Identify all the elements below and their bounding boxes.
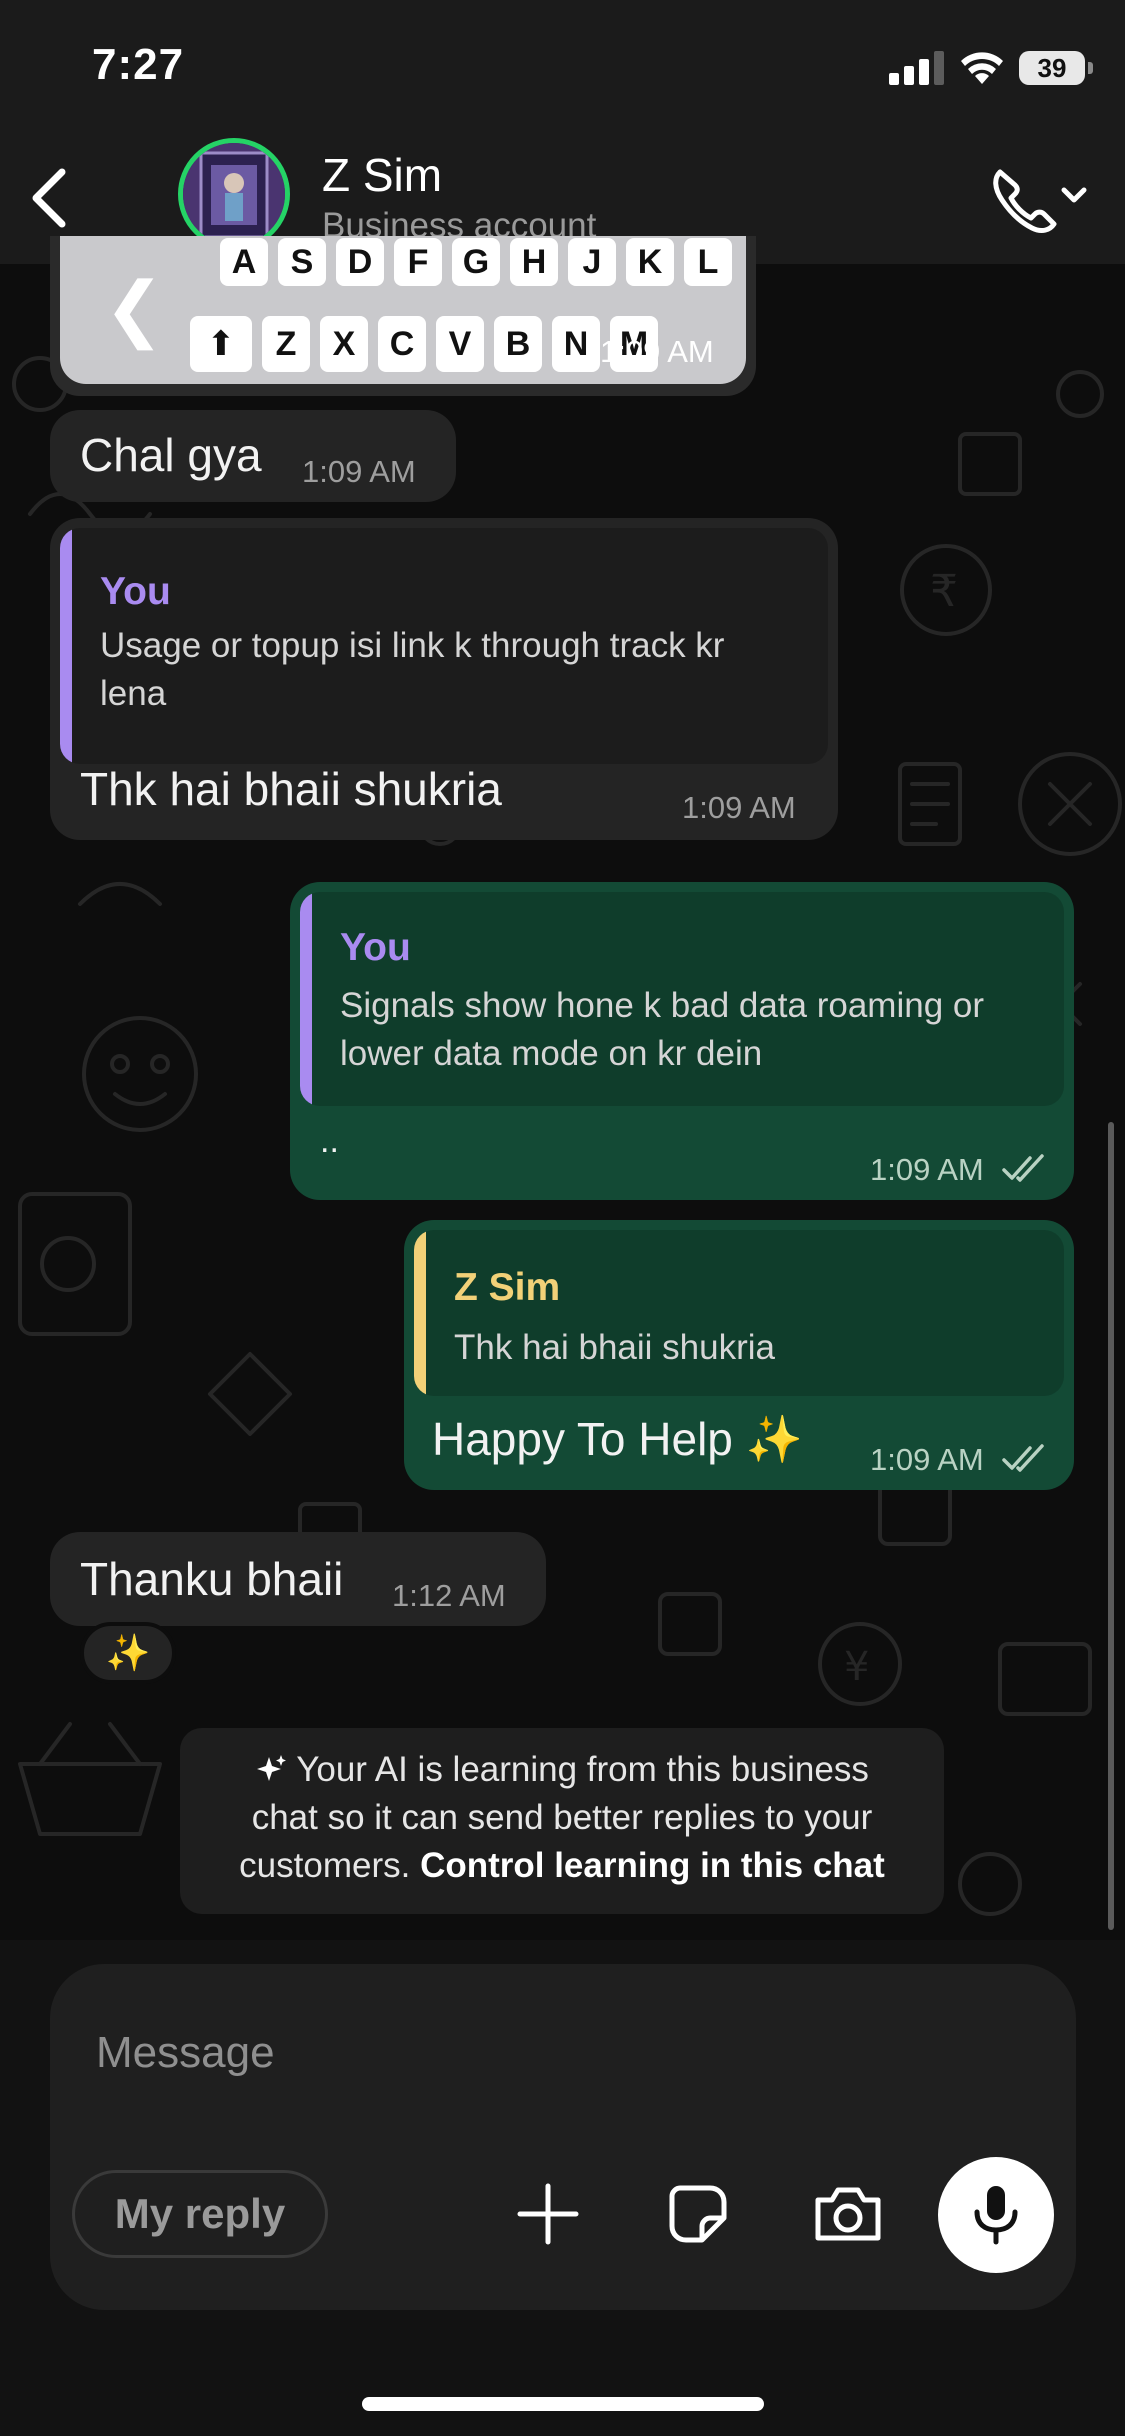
svg-text:¥: ¥ [844, 1644, 869, 1690]
message-text: Happy To Help ✨ [432, 1413, 803, 1465]
incoming-message[interactable]: Chal gya 1:09 AM [50, 410, 456, 502]
camera-button[interactable] [808, 2178, 888, 2250]
message-text: Chal gya [80, 429, 262, 481]
my-reply-button[interactable]: My reply [72, 2170, 328, 2258]
message-text: Thanku bhaii [80, 1553, 344, 1605]
reaction-badge[interactable]: ✨ [80, 1622, 176, 1684]
contact-name[interactable]: Z Sim [322, 148, 442, 202]
camera-icon [815, 2187, 881, 2241]
call-button[interactable] [986, 160, 1096, 240]
message-time: 1:09 AM [870, 1442, 984, 1477]
outgoing-reply-message[interactable]: You Signals show hone k bad data roaming… [290, 882, 1074, 1200]
ai-learning-notice: Your AI is learning from this business c… [180, 1728, 944, 1914]
ai-notice-line3: customers. Control learning in this chat [239, 1846, 885, 1885]
message-input[interactable] [94, 2022, 978, 2084]
quote-author: You [340, 926, 411, 969]
back-button[interactable] [20, 158, 80, 238]
composer [50, 1964, 1076, 2310]
quote-bar [300, 892, 312, 1106]
message-time: 1:12 AM [392, 1578, 506, 1613]
quote-text-line1: Signals show hone k bad data roaming or [340, 986, 985, 1025]
message-time: 1:09 AM [682, 790, 796, 825]
message-text: Thk hai bhaii shukria [80, 763, 502, 815]
sparkles-reaction: ✨ [105, 1632, 151, 1673]
message-time: 1:09 AM [302, 454, 416, 489]
avatar-image [183, 143, 285, 245]
wifi-icon [961, 52, 1003, 84]
double-check-icon [1002, 1444, 1044, 1472]
chevron-left-icon [32, 168, 66, 228]
plus-icon [517, 2183, 579, 2245]
keyboard-back-arrow-icon: ❮ [104, 269, 165, 349]
scrollbar[interactable] [1108, 1122, 1114, 1930]
quoted-message[interactable]: You Usage or topup isi link k through tr… [60, 528, 828, 764]
attach-button[interactable] [508, 2178, 588, 2250]
quote-bar [414, 1230, 426, 1396]
cellular-signal-icon [889, 51, 944, 85]
sticker-button[interactable] [658, 2178, 738, 2250]
chat-screen: ₹ ¥ 7:27 39 Z Sim Business account A S D… [0, 0, 1125, 2436]
quote-text-line1: Usage or topup isi link k through track … [100, 626, 725, 665]
message-time: 1:09 AM [600, 334, 714, 369]
battery-icon: 39 [1019, 51, 1093, 85]
sticker-icon [669, 2185, 727, 2243]
quote-bar [60, 528, 72, 764]
svg-text:₹: ₹ [930, 566, 958, 617]
ai-notice-line1: Your AI is learning from this business [180, 1746, 944, 1794]
quoted-message[interactable]: Z Sim Thk hai bhaii shukria [414, 1230, 1064, 1396]
message-time: 1:09 AM [870, 1152, 984, 1187]
quote-text-line2: lower data mode on kr dein [340, 1034, 763, 1073]
ai-notice-line2: chat so it can send better replies to yo… [251, 1798, 873, 1837]
keyboard-row-1: A S D F G H J K L [220, 238, 732, 286]
incoming-message[interactable]: Thanku bhaii 1:12 AM [50, 1532, 546, 1626]
contact-avatar[interactable] [178, 138, 290, 250]
status-time: 7:27 [92, 40, 185, 89]
chat-header: 7:27 39 Z Sim Business account [0, 0, 1125, 264]
quote-text-line2: lena [100, 674, 167, 713]
quote-author: Z Sim [454, 1266, 561, 1309]
phone-icon [993, 169, 1087, 234]
sparkles-icon [257, 1755, 287, 1781]
quote-author: You [100, 570, 171, 613]
image-message[interactable]: A S D F G H J K L ⬆ Z X C V B N M ❮ 1:09… [50, 236, 756, 396]
control-learning-link[interactable]: Control learning in this chat [420, 1846, 885, 1885]
quoted-message[interactable]: You Signals show hone k bad data roaming… [300, 892, 1064, 1106]
microphone-icon [974, 2186, 1018, 2245]
double-check-icon [1002, 1154, 1044, 1182]
message-text: .. [320, 1122, 339, 1160]
chevron-down-icon [1061, 187, 1087, 203]
incoming-reply-message[interactable]: You Usage or topup isi link k through tr… [50, 518, 838, 840]
keyboard-row-2: ⬆ Z X C V B N M [190, 316, 658, 372]
voice-message-button[interactable] [938, 2157, 1054, 2273]
home-indicator[interactable] [362, 2397, 764, 2411]
quote-text-line1: Thk hai bhaii shukria [454, 1328, 775, 1367]
outgoing-reply-message[interactable]: Z Sim Thk hai bhaii shukria Happy To Hel… [404, 1220, 1074, 1490]
status-icons: 39 [889, 48, 1093, 88]
